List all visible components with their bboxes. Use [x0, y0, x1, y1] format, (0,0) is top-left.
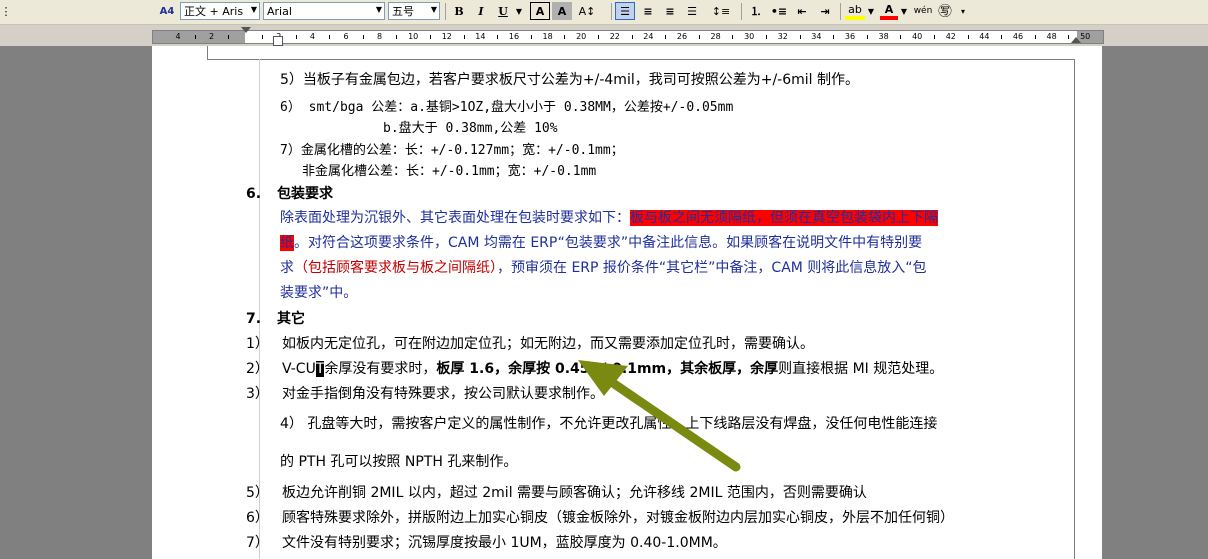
arrow-shaft	[605, 376, 741, 472]
annotation-arrow	[578, 360, 741, 472]
